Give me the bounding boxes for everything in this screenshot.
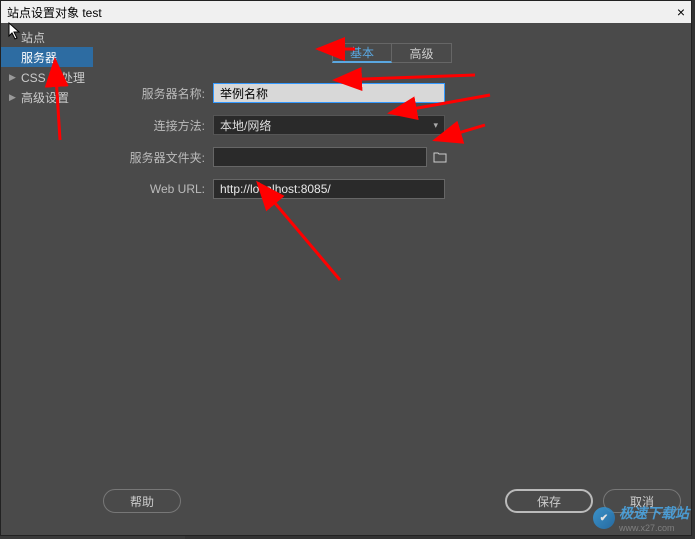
server-folder-label: 服务器文件夹: — [103, 149, 213, 166]
sidebar-item-label: 高级设置 — [21, 89, 69, 106]
close-icon[interactable]: × — [677, 4, 685, 20]
sidebar-item-server[interactable]: 服务器 — [1, 47, 93, 67]
sidebar-item-advanced[interactable]: ▶ 高级设置 — [1, 87, 93, 107]
web-url-input[interactable] — [213, 179, 445, 199]
tab-basic[interactable]: 基本 — [332, 43, 392, 63]
connect-method-select[interactable]: 本地/网络 ▾ — [213, 115, 445, 135]
site-settings-dialog: 站点设置对象 test × 站点 服务器 ▶ CSS 预处理 ▶ 高级设置 — [0, 0, 692, 536]
dialog-title: 站点设置对象 test — [7, 4, 102, 21]
help-button[interactable]: 帮助 — [103, 489, 181, 513]
watermark-brand: 极速下载站 — [619, 503, 689, 523]
cursor-icon — [8, 22, 22, 40]
watermark-logo-icon: ✔ — [593, 507, 615, 529]
sidebar-item-label: 站点 — [21, 29, 45, 46]
expand-icon[interactable]: ▶ — [9, 72, 19, 83]
select-value: 本地/网络 — [220, 117, 271, 134]
connect-method-label: 连接方法: — [103, 117, 213, 134]
tab-advanced[interactable]: 高级 — [392, 43, 452, 63]
folder-icon — [433, 151, 447, 163]
chevron-down-icon: ▾ — [433, 120, 438, 131]
browse-folder-button[interactable] — [431, 148, 449, 166]
sidebar-item-css[interactable]: ▶ CSS 预处理 — [1, 67, 93, 87]
tabs: 基本 高级 — [103, 43, 681, 63]
sidebar: 站点 服务器 ▶ CSS 预处理 ▶ 高级设置 — [1, 23, 93, 535]
watermark: ✔ 极速下载站 www.x27.com — [593, 503, 689, 533]
titlebar: 站点设置对象 test × — [1, 1, 691, 23]
main-panel: 基本 高级 服务器名称: 连接方法: 本地/网络 ▾ 服务器文件夹: — [93, 23, 691, 535]
server-folder-input[interactable] — [213, 147, 427, 167]
server-name-input[interactable] — [213, 83, 445, 103]
sidebar-item-label: 服务器 — [21, 49, 57, 66]
web-url-label: Web URL: — [103, 182, 213, 196]
server-name-label: 服务器名称: — [103, 85, 213, 102]
save-button[interactable]: 保存 — [505, 489, 593, 513]
watermark-url: www.x27.com — [619, 523, 689, 533]
sidebar-item-label: CSS 预处理 — [21, 69, 85, 86]
expand-icon[interactable]: ▶ — [9, 92, 19, 103]
